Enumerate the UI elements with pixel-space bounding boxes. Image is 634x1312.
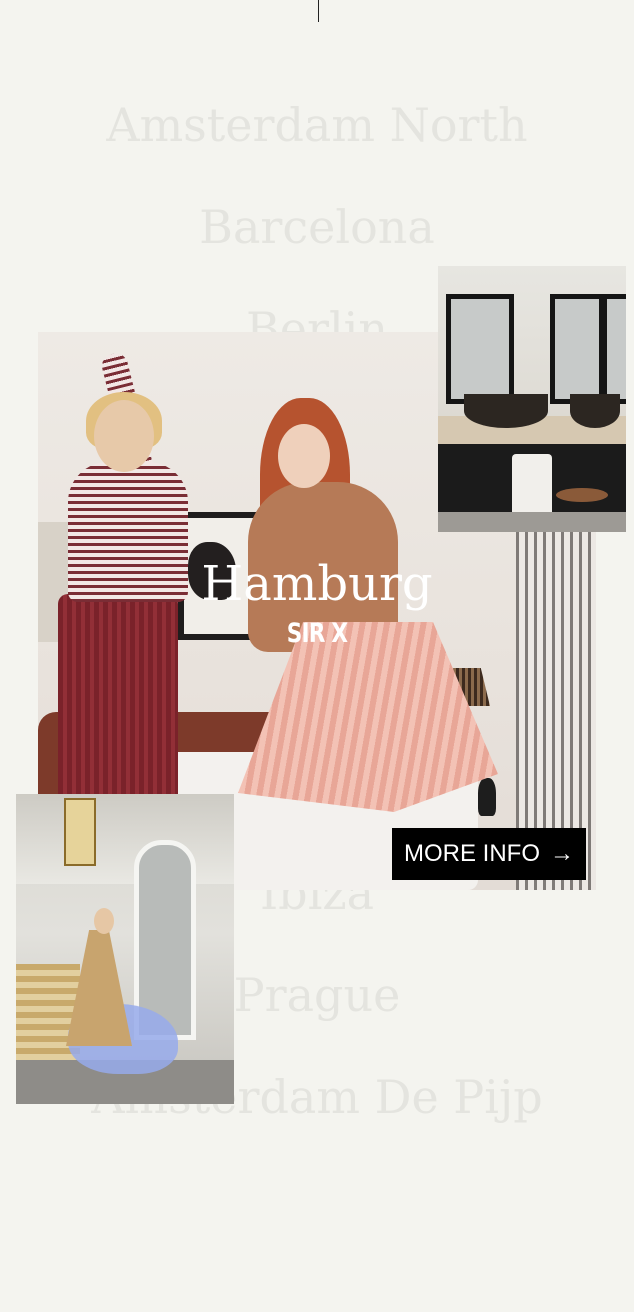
black-vase	[478, 778, 496, 816]
bathroom-mirror	[602, 294, 626, 404]
city-link-amsterdam-north[interactable]: Amsterdam North	[0, 98, 634, 152]
city-link-barcelona[interactable]: Barcelona	[0, 200, 634, 254]
bathroom-mirror	[550, 294, 604, 404]
bathroom-photo	[438, 266, 626, 532]
more-info-label: MORE INFO	[404, 840, 540, 867]
featured-city-title[interactable]: Hamburg	[38, 556, 596, 612]
woman-left-face	[94, 400, 154, 472]
more-info-button[interactable]: MORE INFO →	[392, 828, 586, 880]
hallway-photo	[16, 794, 234, 1104]
marble-sink	[570, 394, 620, 428]
wooden-stool	[556, 488, 608, 502]
bathroom-mirror	[446, 294, 514, 404]
hallway-ceiling	[16, 794, 234, 884]
woman-right-face	[278, 424, 330, 488]
featured-hotel-name: SIR X	[286, 618, 348, 649]
top-divider-line	[318, 0, 319, 22]
towel	[512, 454, 552, 520]
figure-head	[94, 908, 114, 934]
hallway-lantern	[64, 798, 96, 866]
marble-sink	[464, 394, 548, 428]
arrow-right-icon: →	[550, 840, 574, 867]
bathroom-floor	[438, 512, 626, 532]
